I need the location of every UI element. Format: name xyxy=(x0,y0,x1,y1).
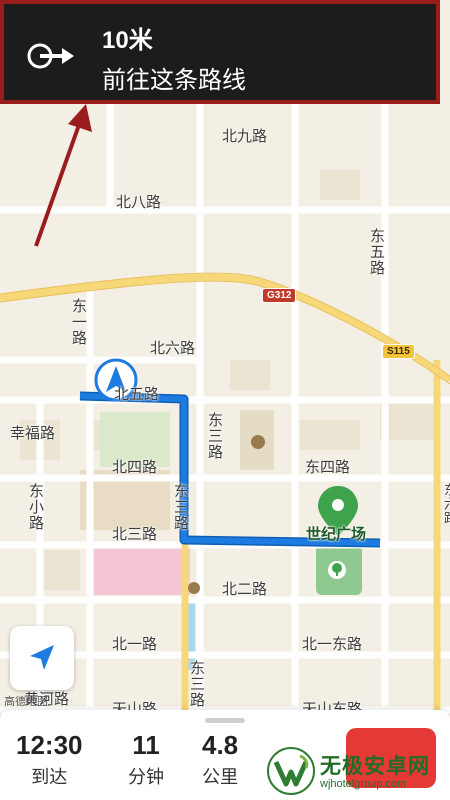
road-label-dongsan-c: 东三路 xyxy=(188,660,205,708)
road-label-dongyi: 东一路 xyxy=(70,298,87,346)
road-label-dongsan-b: 东三路 xyxy=(172,483,189,531)
turn-direction-icon xyxy=(27,43,74,69)
road-label-xingfu: 幸福路 xyxy=(10,425,56,442)
maneuver-instruction: 前往这条路线 xyxy=(102,67,246,94)
highway-badge-g312: G312 xyxy=(262,288,297,303)
highway-badge-s115: S115 xyxy=(382,344,415,359)
maneuver-distance: 10米 xyxy=(102,27,153,54)
arrival-stat: 12:30 到达 xyxy=(16,730,83,789)
watermark-url: wjhotelgroup.com xyxy=(320,778,407,790)
road-label-beier: 北二路 xyxy=(222,581,268,598)
distance-value: 4.8 xyxy=(202,730,239,760)
duration-value: 11 xyxy=(132,730,160,760)
road-label-beiba: 北八路 xyxy=(116,194,162,211)
duration-stat: 11 分钟 xyxy=(128,730,164,789)
watermark-title: 无极安卓网 xyxy=(320,755,430,778)
road-label-dongxiao: 东小路 xyxy=(27,483,44,531)
duration-label: 分钟 xyxy=(128,767,164,787)
road-label-dongwu: 东五路 xyxy=(368,228,385,276)
arrival-time: 12:30 xyxy=(16,730,83,760)
map-provider-logo: 高德地图 xyxy=(4,696,48,708)
distance-label: 公里 xyxy=(202,767,239,787)
park-tree-icon xyxy=(328,561,346,579)
watermark: 无极安卓网 wjhotelgroup.com xyxy=(262,742,450,800)
road-label-beisi: 北四路 xyxy=(112,459,158,476)
road-label-dongsan: 东三路 xyxy=(206,412,223,460)
distance-stat: 4.8 公里 xyxy=(202,730,238,789)
pink-area xyxy=(90,545,190,595)
road-label-beiliu: 北六路 xyxy=(150,340,196,357)
navigation-arrow-icon xyxy=(30,645,54,670)
road-label-beisan: 北三路 xyxy=(112,526,158,543)
road-label-beiyidong: 北一东路 xyxy=(302,636,363,653)
road-label-dongsi: 东四路 xyxy=(305,459,351,476)
navigation-banner: 10米 前往这条路线 xyxy=(0,0,440,104)
arrival-label: 到达 xyxy=(31,767,68,787)
road-label-dongliu: 东六路 xyxy=(442,483,450,525)
road-label-beijiu: 北九路 xyxy=(222,128,268,145)
watermark-logo-icon xyxy=(267,747,315,795)
poi-label-shiji[interactable]: 世纪广场 xyxy=(306,523,366,544)
road-label-beiwu: 北五路 xyxy=(114,386,160,403)
locate-me-button[interactable] xyxy=(10,626,74,690)
road-label-beiyi: 北一路 xyxy=(112,636,158,653)
panel-drag-handle[interactable] xyxy=(205,718,245,723)
